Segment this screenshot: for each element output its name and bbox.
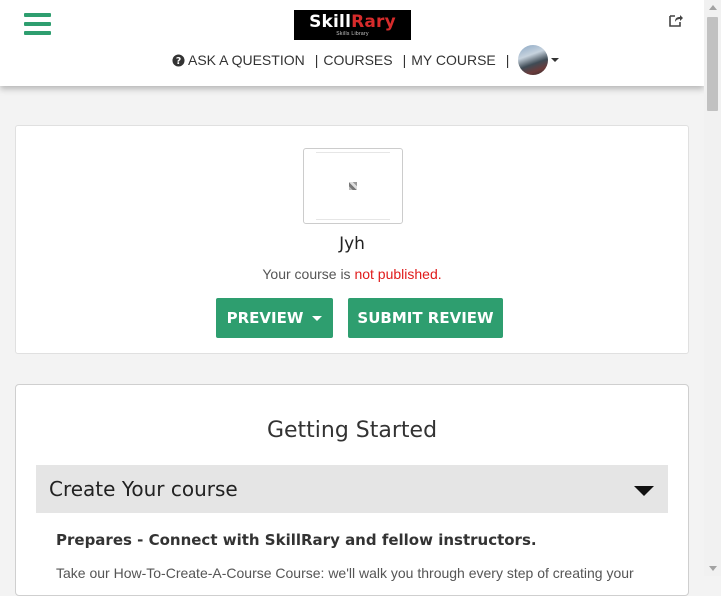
nav-separator: | — [505, 52, 510, 68]
submit-review-button[interactable]: SUBMIT REVIEW — [348, 298, 503, 338]
skillrary-logo[interactable]: SkillRary Skills Library — [294, 10, 411, 40]
course-thumbnail — [303, 148, 403, 224]
svg-text:?: ? — [176, 55, 181, 66]
nav-ask-question-label: ASK A QUESTION — [188, 52, 305, 68]
nav-separator: | — [402, 52, 407, 68]
create-course-accordion[interactable]: Create Your course — [36, 465, 668, 513]
course-status: Your course is not published. — [16, 266, 688, 282]
broken-image-icon — [349, 182, 357, 190]
logo-wordmark: SkillRary — [309, 11, 396, 32]
logo-tagline: Skills Library — [336, 30, 369, 37]
getting-started-card: Getting Started Create Your course Prepa… — [15, 384, 689, 596]
scrollbar-thumb[interactable] — [707, 17, 718, 111]
nav-my-course-label: MY COURSE — [411, 52, 496, 68]
nav-separator: | — [314, 52, 319, 68]
nav-my-course[interactable]: MY COURSE — [411, 52, 496, 68]
prepares-description: Take our How-To-Create-A-Course Course: … — [56, 565, 634, 581]
caret-down-icon — [312, 315, 323, 321]
submit-review-label: SUBMIT REVIEW — [357, 309, 494, 327]
question-circle-icon: ? — [172, 53, 185, 66]
nav-courses[interactable]: COURSES — [323, 52, 392, 68]
caret-down-icon — [634, 486, 654, 496]
status-value: not published. — [354, 266, 442, 282]
hamburger-menu-icon[interactable] — [24, 13, 51, 35]
preview-button[interactable]: PREVIEW — [216, 298, 333, 338]
avatar[interactable] — [518, 45, 549, 75]
preview-button-label: PREVIEW — [226, 309, 304, 327]
nav-ask-question[interactable]: ? ASK A QUESTION — [172, 52, 305, 68]
scroll-down-icon[interactable] — [709, 566, 717, 571]
user-menu[interactable] — [514, 45, 560, 75]
getting-started-title: Getting Started — [266, 418, 438, 443]
accordion-label: Create Your course — [49, 477, 238, 501]
share-icon[interactable] — [668, 12, 684, 28]
status-prefix: Your course is — [262, 266, 355, 282]
chevron-down-icon — [551, 58, 560, 62]
main-nav: ? ASK A QUESTION | COURSES | MY COURSE | — [172, 45, 560, 75]
page-scrollbar[interactable] — [704, 0, 721, 576]
prepares-heading: Prepares - Connect with SkillRary and fe… — [56, 531, 537, 549]
top-header: SkillRary Skills Library ? ASK A QUESTIO… — [0, 0, 704, 86]
nav-courses-label: COURSES — [323, 52, 393, 68]
course-summary-card: Jyh Your course is not published. PREVIE… — [15, 125, 689, 354]
course-title: Jyh — [339, 234, 365, 254]
scroll-up-icon[interactable] — [709, 5, 717, 10]
